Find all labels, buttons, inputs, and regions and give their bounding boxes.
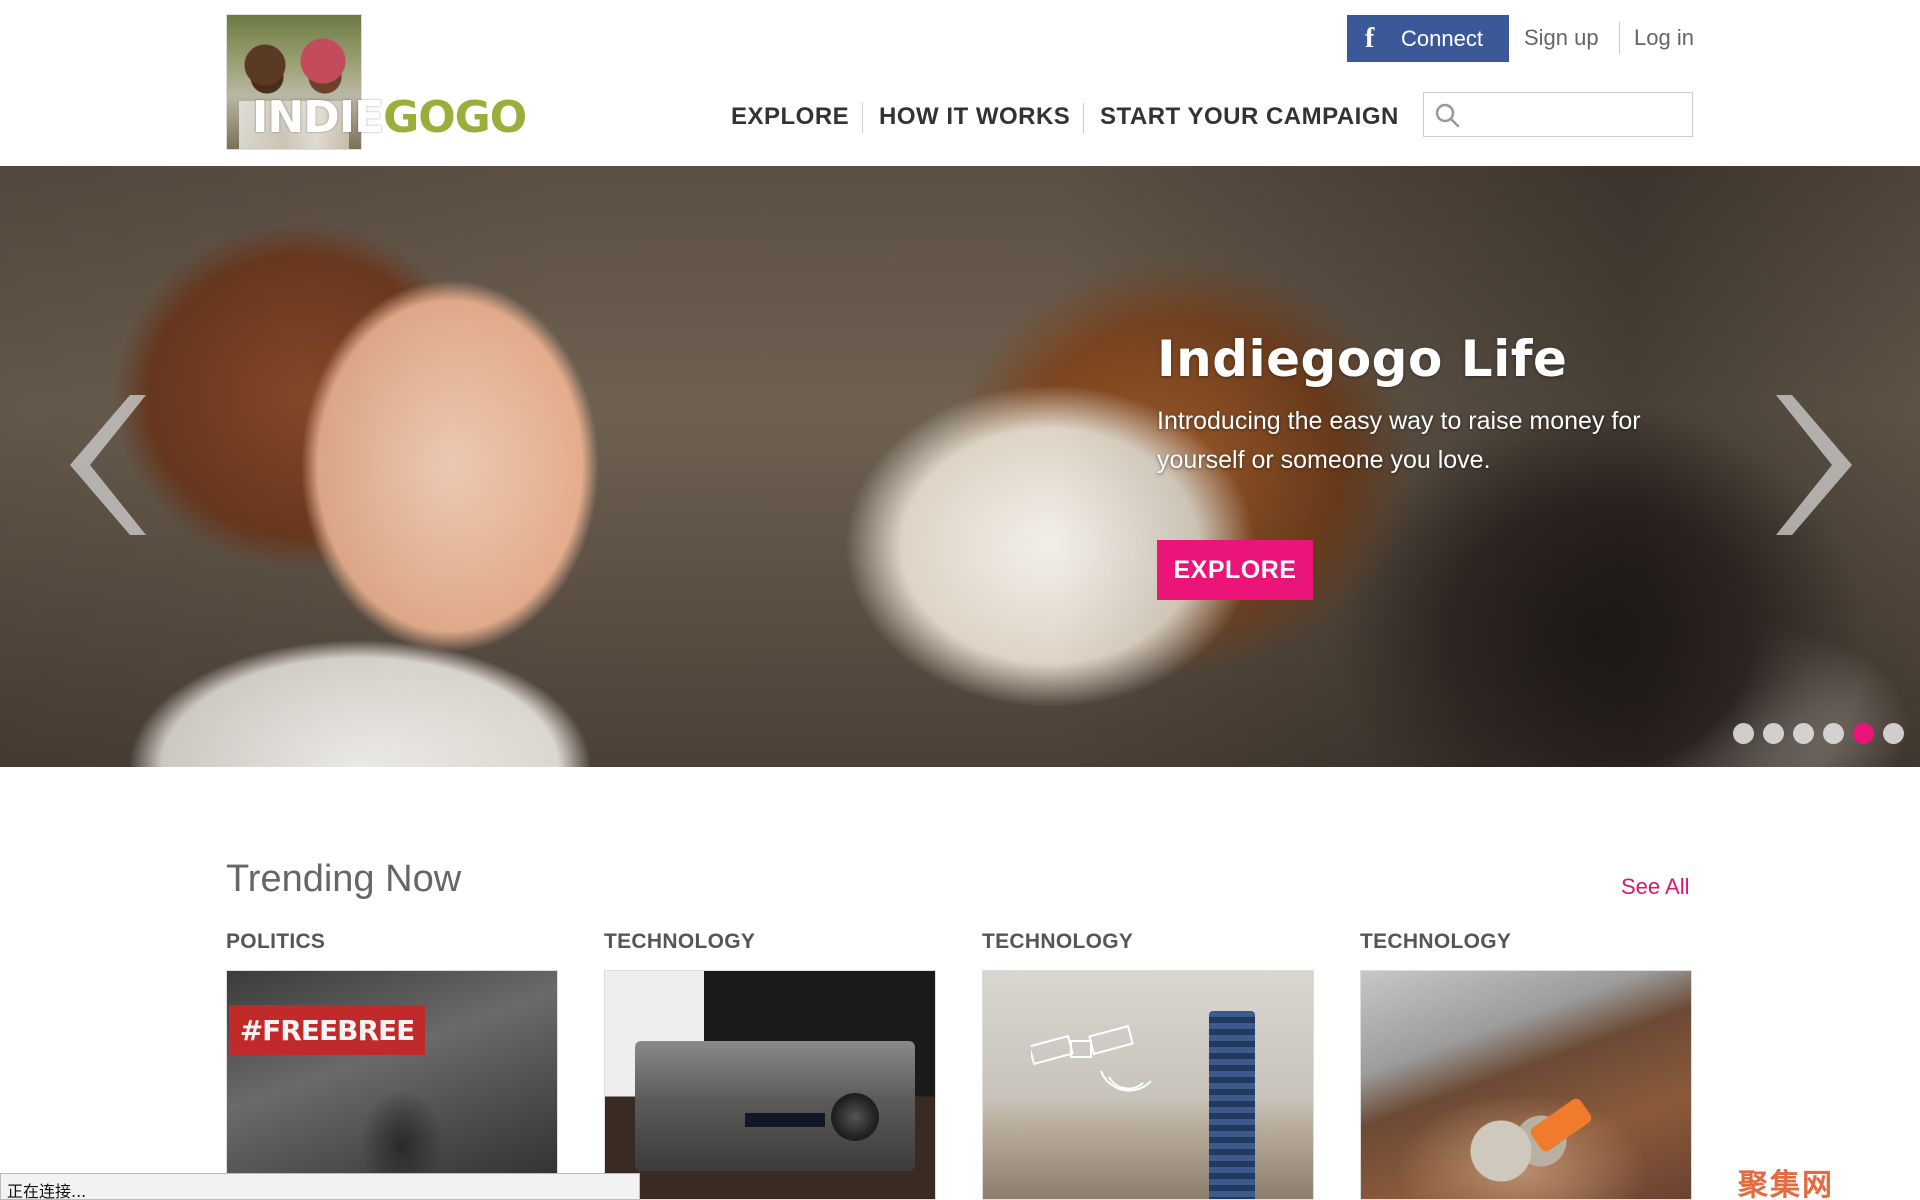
login-link[interactable]: Log in [1634, 25, 1694, 51]
campaign-card[interactable]: TECHNOLOGY [982, 930, 1314, 1200]
card-category: POLITICS [226, 930, 326, 953]
nav-start-campaign[interactable]: START YOUR CAMPAIGN [1100, 103, 1399, 131]
facebook-connect-label: Connect [1401, 25, 1483, 51]
chevron-left-icon [70, 395, 146, 535]
nav-how-it-works[interactable]: HOW IT WORKS [879, 103, 1070, 131]
facebook-connect-button[interactable]: f Connect [1347, 15, 1509, 62]
hero-explore-button[interactable]: EXPLORE [1157, 540, 1313, 600]
logo-wordmark: INDIEGOGO [252, 96, 527, 140]
header-divider [1619, 22, 1620, 54]
card-category: TECHNOLOGY [604, 930, 756, 953]
carousel-dot[interactable] [1763, 723, 1784, 744]
signup-link[interactable]: Sign up [1524, 25, 1599, 51]
campaign-image[interactable] [1360, 970, 1692, 1200]
search-input[interactable] [1470, 97, 1686, 132]
campaign-image[interactable]: #FREEBREE [226, 970, 558, 1200]
speaker-tower-image [1209, 1011, 1255, 1199]
hero-description: Introducing the easy way to raise money … [1157, 407, 1641, 474]
carousel-dot-active[interactable] [1853, 723, 1874, 744]
device-image [635, 1041, 915, 1171]
card-category: TECHNOLOGY [1360, 930, 1512, 953]
browser-status-bar: 正在连接... [0, 1173, 640, 1200]
carousel-dot[interactable] [1733, 723, 1754, 744]
campaign-card[interactable]: POLITICS #FREEBREE [226, 930, 558, 1200]
carousel-dot[interactable] [1883, 723, 1904, 744]
chevron-right-icon [1776, 395, 1852, 535]
campaign-image[interactable] [604, 970, 936, 1200]
trending-title: Trending Now [226, 858, 462, 900]
see-all-link[interactable]: See All [1621, 874, 1690, 900]
logo-text-indie: INDIE [252, 92, 384, 143]
facebook-icon: f [1365, 22, 1375, 54]
campaign-image[interactable] [982, 970, 1314, 1200]
nav-explore[interactable]: EXPLORE [731, 103, 849, 131]
carousel-dot[interactable] [1823, 723, 1844, 744]
nav-divider [1083, 103, 1084, 133]
carousel-next-button[interactable] [1772, 395, 1862, 535]
search-box[interactable] [1423, 92, 1693, 137]
campaign-image-text: #FREEBREE [229, 1005, 425, 1055]
hero-carousel: Indiegogo Life Introducing the easy way … [0, 166, 1920, 767]
campaign-card[interactable]: TECHNOLOGY [604, 930, 936, 1200]
logo-text-gogo: GOGO [383, 92, 527, 143]
device-screen [745, 1113, 825, 1127]
search-icon[interactable] [1434, 102, 1460, 128]
satellite-icon [1031, 1024, 1152, 1092]
indiegogo-logo[interactable]: INDIEGOGO [226, 14, 527, 150]
campaign-card[interactable]: TECHNOLOGY [1360, 930, 1692, 1200]
carousel-dot[interactable] [1793, 723, 1814, 744]
nav-divider [862, 103, 863, 133]
carousel-prev-button[interactable] [60, 395, 150, 535]
card-category: TECHNOLOGY [982, 930, 1134, 953]
watermark: 聚集网 [1738, 1168, 1834, 1200]
site-header: INDIEGOGO f Connect Sign up Log in EXPLO… [0, 0, 1920, 166]
hero-title: Indiegogo Life [1157, 330, 1568, 388]
